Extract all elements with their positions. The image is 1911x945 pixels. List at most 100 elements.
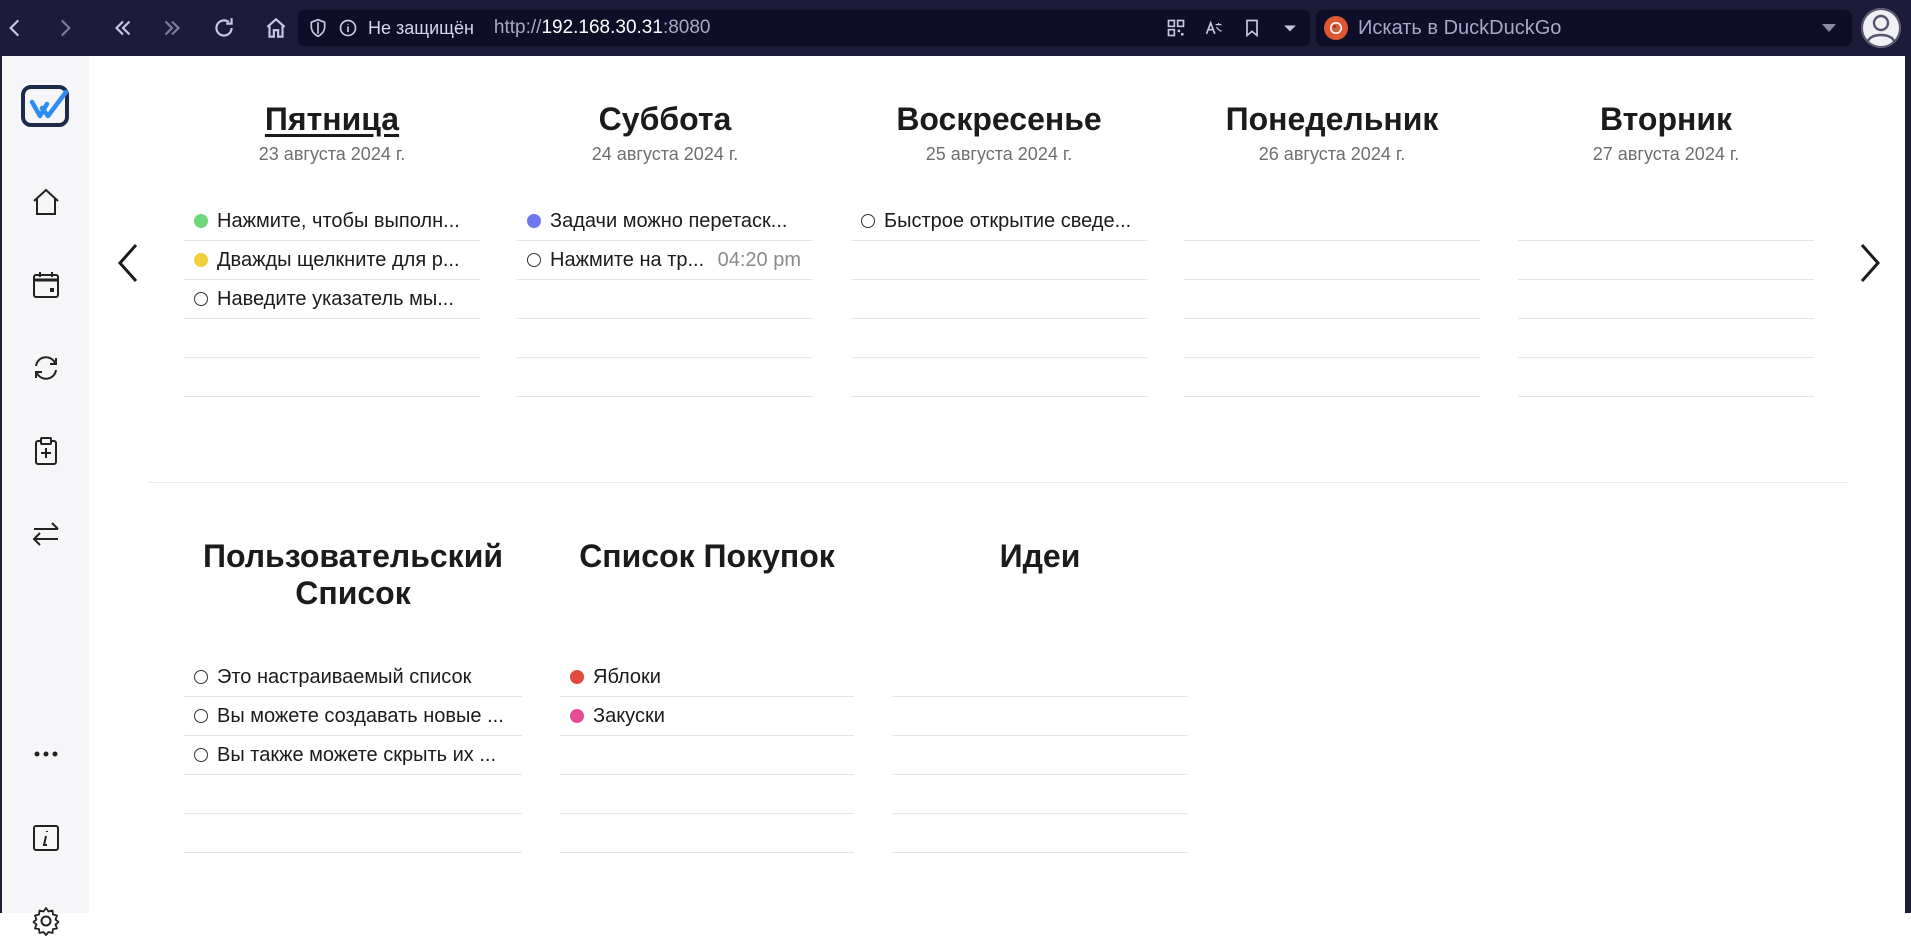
- task-color-dot[interactable]: [194, 253, 208, 267]
- task-text[interactable]: Нажмите, чтобы выполн...: [217, 210, 480, 233]
- info-icon[interactable]: [338, 18, 358, 38]
- task-color-dot[interactable]: [570, 709, 584, 723]
- list-title[interactable]: Идеи: [892, 538, 1188, 622]
- forward-button[interactable]: [30, 0, 100, 56]
- task-color-dot[interactable]: [570, 670, 584, 684]
- task-item[interactable]: Быстрое открытие сведе...: [851, 202, 1147, 241]
- empty-task-slot[interactable]: [892, 775, 1188, 814]
- empty-task-slot[interactable]: [560, 775, 854, 814]
- day-name[interactable]: Воскресенье: [851, 98, 1147, 140]
- bookmark-icon[interactable]: [1242, 18, 1262, 38]
- empty-task-slot[interactable]: [1518, 280, 1814, 319]
- task-checkbox[interactable]: [194, 748, 208, 762]
- task-item[interactable]: Закуски: [560, 697, 854, 736]
- task-checkbox[interactable]: [527, 253, 541, 267]
- empty-task-slot[interactable]: [1184, 358, 1480, 397]
- url-bar[interactable]: Не защищён http://192.168.30.31:8080: [298, 10, 1310, 46]
- sidebar-item-settings[interactable]: [2, 897, 89, 945]
- sidebar-item-sync[interactable]: [2, 344, 89, 392]
- task-text[interactable]: Задачи можно перетаск...: [550, 210, 813, 233]
- sidebar-item-info[interactable]: [2, 814, 89, 862]
- empty-task-slot[interactable]: [851, 280, 1147, 319]
- empty-task-slot[interactable]: [1518, 241, 1814, 280]
- task-text[interactable]: Яблоки: [593, 666, 854, 689]
- url-text[interactable]: http://192.168.30.31:8080: [494, 17, 711, 39]
- task-item[interactable]: Наведите указатель мы...: [184, 280, 480, 319]
- empty-task-slot[interactable]: [560, 814, 854, 853]
- reload-button[interactable]: [198, 0, 250, 56]
- empty-task-slot[interactable]: [1184, 202, 1480, 241]
- empty-task-slot[interactable]: [184, 775, 522, 814]
- first-page-button[interactable]: [100, 0, 146, 56]
- task-text[interactable]: Дважды щелкните для р...: [217, 249, 480, 272]
- task-item[interactable]: Дважды щелкните для р...: [184, 241, 480, 280]
- task-item[interactable]: Нажмите на тр... 04:20 pm: [517, 241, 813, 280]
- search-bar[interactable]: Искать в DuckDuckGo: [1316, 10, 1852, 46]
- task-item[interactable]: Яблоки: [560, 658, 854, 697]
- empty-task-slot[interactable]: [1184, 319, 1480, 358]
- empty-task-slot[interactable]: [892, 814, 1188, 853]
- home-button[interactable]: [250, 0, 302, 56]
- task-color-dot[interactable]: [194, 214, 208, 228]
- task-item[interactable]: Вы можете создавать новые ...: [184, 697, 522, 736]
- task-checkbox[interactable]: [194, 670, 208, 684]
- empty-task-slot[interactable]: [1184, 241, 1480, 280]
- empty-task-slot[interactable]: [1518, 358, 1814, 397]
- day-name[interactable]: Вторник: [1518, 98, 1814, 140]
- task-text[interactable]: Нажмите на тр...: [550, 249, 710, 272]
- empty-task-slot[interactable]: [184, 319, 480, 358]
- task-checkbox[interactable]: [861, 214, 875, 228]
- empty-task-slot[interactable]: [1518, 202, 1814, 241]
- task-text[interactable]: Наведите указатель мы...: [217, 288, 480, 311]
- sidebar-item-calendar[interactable]: [2, 261, 89, 309]
- task-checkbox[interactable]: [194, 292, 208, 306]
- task-item[interactable]: Нажмите, чтобы выполн...: [184, 202, 480, 241]
- sidebar-item-home[interactable]: [2, 178, 89, 226]
- day-name[interactable]: Суббота: [517, 98, 813, 140]
- empty-task-slot[interactable]: [184, 814, 522, 853]
- empty-task-slot[interactable]: [892, 736, 1188, 775]
- list-title[interactable]: Пользовательский Список: [184, 538, 522, 622]
- empty-task-slot[interactable]: [892, 658, 1188, 697]
- task-text[interactable]: Быстрое открытие сведе...: [884, 210, 1147, 233]
- last-page-button[interactable]: [146, 0, 198, 56]
- list-title[interactable]: Список Покупок: [560, 538, 854, 622]
- task-checkbox[interactable]: [194, 709, 208, 723]
- sidebar-item-transfer[interactable]: [2, 510, 89, 558]
- search-engine-dropdown[interactable]: [1822, 24, 1836, 32]
- empty-task-slot[interactable]: [892, 697, 1188, 736]
- empty-task-slot[interactable]: [1184, 280, 1480, 319]
- translate-icon[interactable]: [1204, 18, 1224, 38]
- task-item[interactable]: Вы также можете скрыть их ...: [184, 736, 522, 775]
- task-text[interactable]: Закуски: [593, 705, 854, 728]
- empty-task-slot[interactable]: [851, 358, 1147, 397]
- empty-task-slot[interactable]: [1518, 319, 1814, 358]
- next-week-button[interactable]: [1850, 233, 1890, 293]
- empty-task-slot[interactable]: [517, 280, 813, 319]
- empty-task-slot[interactable]: [851, 241, 1147, 280]
- empty-task-slot[interactable]: [851, 319, 1147, 358]
- empty-task-slot[interactable]: [517, 319, 813, 358]
- search-input[interactable]: Искать в DuckDuckGo: [1358, 17, 1561, 40]
- dropdown-icon[interactable]: [1280, 18, 1300, 38]
- empty-task-slot[interactable]: [517, 358, 813, 397]
- day-name[interactable]: Пятница: [184, 98, 480, 140]
- empty-task-slot[interactable]: [560, 736, 854, 775]
- task-text[interactable]: Вы также можете скрыть их ...: [217, 744, 522, 767]
- app-logo[interactable]: [2, 76, 89, 136]
- empty-task-slot[interactable]: [184, 358, 480, 397]
- task-item[interactable]: Задачи можно перетаск...: [517, 202, 813, 241]
- shield-icon[interactable]: [308, 18, 328, 38]
- previous-week-button[interactable]: [108, 233, 148, 293]
- security-label[interactable]: Не защищён: [368, 18, 474, 39]
- task-color-dot[interactable]: [527, 214, 541, 228]
- task-text[interactable]: Вы можете создавать новые ...: [217, 705, 522, 728]
- day-name[interactable]: Понедельник: [1184, 98, 1480, 140]
- task-text[interactable]: Это настраиваемый список: [217, 666, 522, 689]
- qr-code-icon[interactable]: [1166, 18, 1186, 38]
- profile-icon[interactable]: [1861, 8, 1901, 48]
- sidebar-item-clipboard[interactable]: [2, 427, 89, 475]
- sidebar-item-more[interactable]: [2, 730, 89, 778]
- back-button[interactable]: [0, 0, 30, 56]
- task-item[interactable]: Это настраиваемый список: [184, 658, 522, 697]
